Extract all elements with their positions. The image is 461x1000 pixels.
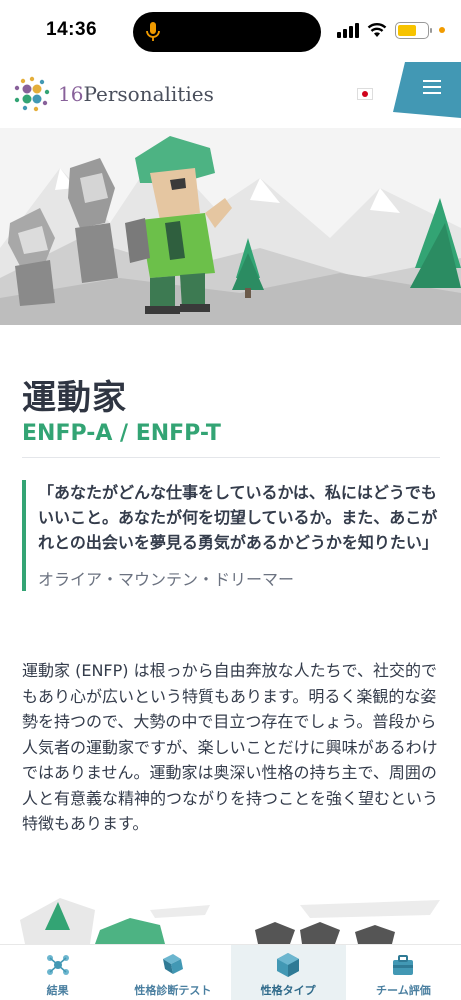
hero-illustration	[0, 128, 461, 325]
logo-icon	[14, 76, 50, 112]
quote-block: 「あなたがどんな仕事をしているかは、私にはどうでもいいこと。あなたが何を切望して…	[22, 480, 440, 591]
test-icon	[162, 954, 183, 974]
status-time: 14:36	[46, 19, 98, 40]
japan-flag-icon[interactable]	[357, 88, 373, 100]
nav-item-team[interactable]: チーム評価	[346, 945, 461, 1000]
signal-icon	[337, 22, 359, 38]
microphone-icon	[146, 22, 160, 41]
dynamic-island	[133, 12, 321, 52]
menu-button[interactable]	[393, 62, 461, 118]
personality-code: ENFP-A / ENFP-T	[22, 421, 221, 446]
team-icon	[393, 955, 414, 975]
logo-wordmark: 16Personalities	[58, 82, 214, 106]
quote-text: 「あなたがどんな仕事をしているかは、私にはどうでもいいこと。あなたが何を切望して…	[38, 483, 438, 552]
nav-label-types: 性格タイプ	[260, 984, 316, 997]
divider	[22, 457, 440, 458]
battery-icon	[395, 21, 432, 39]
site-header: 16Personalities	[0, 62, 461, 128]
nav-label-results: 結果	[46, 984, 69, 997]
page-title: 運動家	[22, 378, 127, 418]
site-logo[interactable]: 16Personalities	[12, 74, 214, 114]
nav-label-test: 性格診断テスト	[134, 984, 212, 997]
status-bar: 14:36	[0, 0, 461, 62]
nav-label-team: チーム評価	[376, 984, 431, 997]
results-icon	[46, 955, 69, 975]
types-icon	[277, 953, 300, 977]
nav-item-types[interactable]: 性格タイプ	[230, 945, 346, 1000]
nav-item-test[interactable]: 性格診断テスト	[115, 945, 230, 1000]
wifi-icon	[367, 23, 387, 37]
intro-paragraph: 運動家 (ENFP) は根っから自由奔放な人たちで、社交的でもあり心が広いという…	[22, 661, 439, 833]
quote-author: オライア・マウンテン・ドリーマー	[38, 570, 295, 589]
bottom-nav: 結果 性格診断テスト 性格タイプ チーム評価	[0, 944, 461, 1000]
hamburger-menu-icon	[423, 80, 441, 94]
section-illustration	[0, 890, 461, 944]
privacy-indicator-dot	[439, 27, 445, 33]
nav-item-results[interactable]: 結果	[0, 945, 115, 1000]
